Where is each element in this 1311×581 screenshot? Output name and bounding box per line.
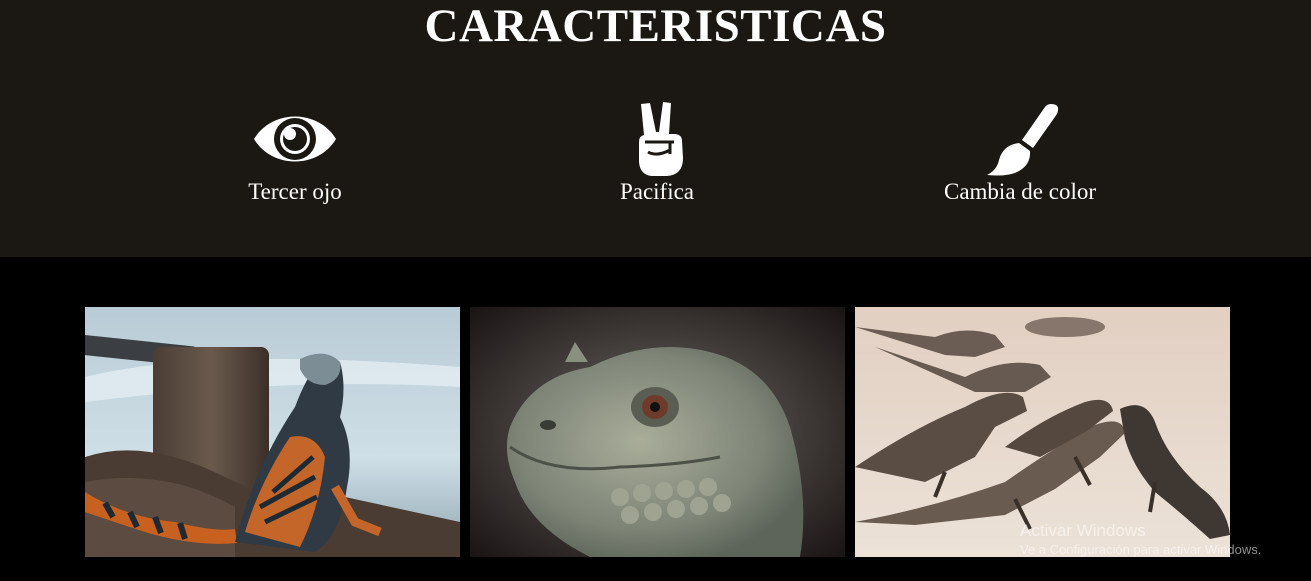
page-title: CARACTERISTICAS: [424, 0, 887, 52]
features-section: CARACTERISTICAS Tercer ojo Pacifica Camb…: [0, 0, 1311, 257]
feature-color-change: Cambia de color: [900, 100, 1140, 210]
iguanas-on-sand-image: [855, 307, 1230, 557]
eye-icon: [250, 100, 340, 178]
peace-hand-icon: [612, 100, 702, 178]
feature-peaceful: Pacifica: [537, 100, 777, 210]
paint-brush-icon: [975, 100, 1065, 178]
feature-third-eye: Tercer ojo: [175, 100, 415, 210]
feature-label: Pacifica: [619, 179, 695, 204]
feature-label: Cambia de color: [943, 179, 1096, 204]
iguana-by-water-image: [85, 307, 460, 557]
gallery-section: [0, 257, 1311, 581]
iguana-head-closeup-image: [470, 307, 845, 557]
feature-label: Tercer ojo: [248, 179, 342, 204]
